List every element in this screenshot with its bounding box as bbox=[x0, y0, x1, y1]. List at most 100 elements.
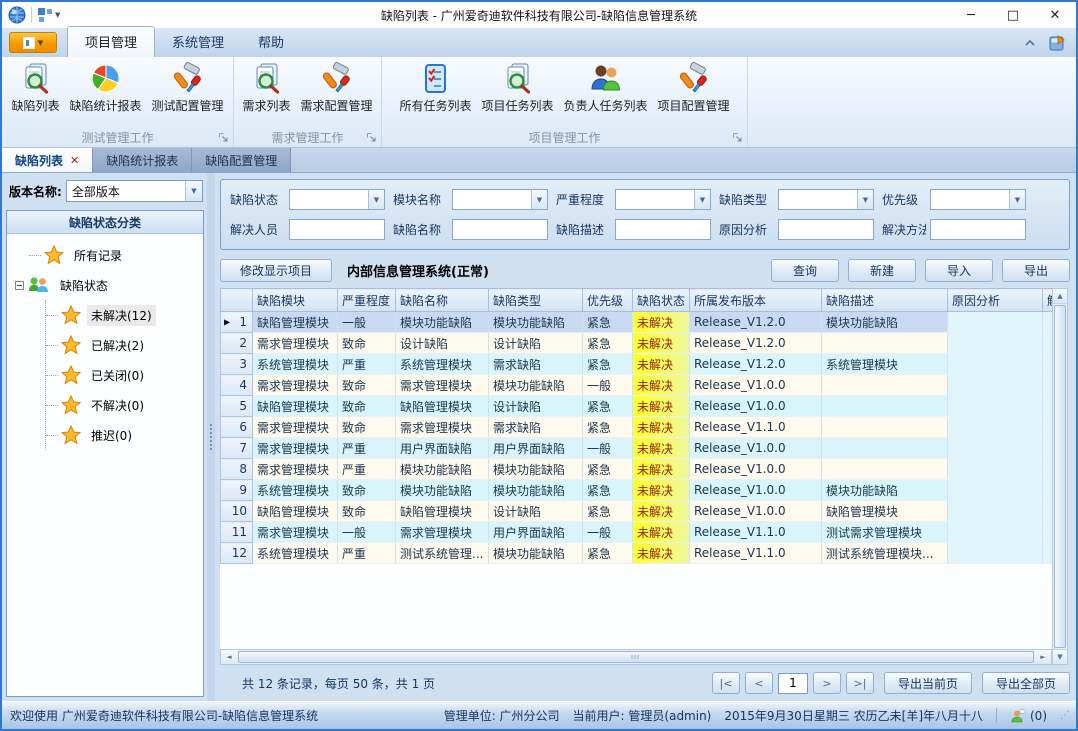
cell-description[interactable]: 模块功能缺陷 bbox=[822, 312, 948, 333]
cell-cause[interactable] bbox=[948, 312, 1043, 333]
cell-status[interactable]: 未解决 bbox=[633, 417, 690, 438]
cell-release[interactable]: Release_V1.0.0 bbox=[690, 375, 822, 396]
col-header-solution[interactable]: 解决方法 bbox=[1043, 289, 1053, 312]
cell-solution[interactable] bbox=[1043, 354, 1053, 375]
cell-type[interactable]: 设计缺陷 bbox=[489, 501, 583, 522]
table-row[interactable]: ▶12 系统管理模块 严重 测试系统管理... 模块功能缺陷 紧急 未解决 Re… bbox=[221, 543, 1053, 564]
row-number-cell[interactable]: ▶5 bbox=[221, 396, 253, 417]
cell-priority[interactable]: 紧急 bbox=[583, 459, 633, 480]
cell-description[interactable]: 测试系统管理模块... bbox=[822, 543, 948, 564]
cell-cause[interactable] bbox=[948, 333, 1043, 354]
scroll-right-icon[interactable]: ► bbox=[1035, 650, 1051, 664]
cell-description[interactable]: 系统管理模块 bbox=[822, 354, 948, 375]
scroll-down-icon[interactable]: ▼ bbox=[1053, 649, 1067, 664]
cell-type[interactable]: 模块功能缺陷 bbox=[489, 543, 583, 564]
tree-item-resolved[interactable]: 已解决(2) bbox=[46, 330, 203, 360]
cell-cause[interactable] bbox=[948, 480, 1043, 501]
horizontal-scroll-thumb[interactable] bbox=[238, 651, 1034, 663]
chevron-down-icon[interactable]: ▼ bbox=[368, 190, 384, 209]
cell-module[interactable]: 需求管理模块 bbox=[253, 459, 338, 480]
cell-release[interactable]: Release_V1.2.0 bbox=[690, 354, 822, 375]
cell-module[interactable]: 需求管理模块 bbox=[253, 438, 338, 459]
project-tasks-button[interactable]: 项目任务列表 bbox=[476, 60, 558, 128]
priority-select[interactable]: ▼ bbox=[930, 189, 1026, 210]
cell-status[interactable]: 未解决 bbox=[633, 522, 690, 543]
vertical-scroll-thumb[interactable] bbox=[1054, 305, 1066, 648]
ribbon-tab-project[interactable]: 项目管理 bbox=[67, 26, 155, 57]
row-number-cell[interactable]: ▶4 bbox=[221, 375, 253, 396]
col-header-description[interactable]: 缺陷描述 bbox=[822, 289, 948, 312]
cell-severity[interactable]: 致命 bbox=[338, 480, 396, 501]
tree-item-defect-status[interactable]: 缺陷状态 bbox=[15, 270, 203, 300]
row-number-cell[interactable]: ▶10 bbox=[221, 501, 253, 522]
col-header-release[interactable]: 所属发布版本 bbox=[690, 289, 822, 312]
cell-type[interactable]: 需求缺陷 bbox=[489, 417, 583, 438]
cell-severity[interactable]: 致命 bbox=[338, 333, 396, 354]
cell-name[interactable]: 用户界面缺陷 bbox=[396, 438, 489, 459]
cell-status[interactable]: 未解决 bbox=[633, 333, 690, 354]
new-button[interactable]: 新建 bbox=[848, 259, 916, 282]
next-page-button[interactable]: > bbox=[813, 672, 841, 694]
cell-cause[interactable] bbox=[948, 396, 1043, 417]
all-tasks-button[interactable]: 所有任务列表 bbox=[394, 60, 476, 128]
cell-release[interactable]: Release_V1.0.0 bbox=[690, 480, 822, 501]
cell-severity[interactable]: 一般 bbox=[338, 522, 396, 543]
cell-type[interactable]: 模块功能缺陷 bbox=[489, 459, 583, 480]
table-row[interactable]: ▶1 缺陷管理模块 一般 模块功能缺陷 模块功能缺陷 紧急 未解决 Releas… bbox=[221, 312, 1053, 333]
cell-priority[interactable]: 一般 bbox=[583, 438, 633, 459]
cell-name[interactable]: 缺陷管理模块 bbox=[396, 501, 489, 522]
cell-severity[interactable]: 致命 bbox=[338, 396, 396, 417]
chevron-down-icon[interactable]: ▼ bbox=[531, 190, 547, 209]
horizontal-scrollbar[interactable]: ◄ ► bbox=[220, 649, 1052, 665]
cell-name[interactable]: 缺陷管理模块 bbox=[396, 396, 489, 417]
cell-module[interactable]: 系统管理模块 bbox=[253, 354, 338, 375]
cell-module[interactable]: 系统管理模块 bbox=[253, 480, 338, 501]
export-current-page-button[interactable]: 导出当前页 bbox=[884, 672, 972, 694]
col-header-severity[interactable]: 严重程度 bbox=[338, 289, 396, 312]
cell-module[interactable]: 缺陷管理模块 bbox=[253, 312, 338, 333]
cell-severity[interactable]: 致命 bbox=[338, 375, 396, 396]
cell-status[interactable]: 未解决 bbox=[633, 396, 690, 417]
row-number-cell[interactable]: ▶3 bbox=[221, 354, 253, 375]
cell-solution[interactable] bbox=[1043, 522, 1053, 543]
cell-solution[interactable] bbox=[1043, 417, 1053, 438]
cell-type[interactable]: 用户界面缺陷 bbox=[489, 522, 583, 543]
tree-item-wont-fix[interactable]: 不解决(0) bbox=[46, 390, 203, 420]
project-config-button[interactable]: 项目配置管理 bbox=[653, 60, 735, 128]
cell-severity[interactable]: 一般 bbox=[338, 312, 396, 333]
cell-module[interactable]: 缺陷管理模块 bbox=[253, 396, 338, 417]
cell-type[interactable]: 需求缺陷 bbox=[489, 354, 583, 375]
cell-severity[interactable]: 致命 bbox=[338, 417, 396, 438]
table-row[interactable]: ▶9 系统管理模块 致命 模块功能缺陷 模块功能缺陷 紧急 未解决 Releas… bbox=[221, 480, 1053, 501]
doc-tab-defect-list[interactable]: 缺陷列表 ✕ bbox=[2, 148, 93, 172]
cell-status[interactable]: 未解决 bbox=[633, 375, 690, 396]
query-button[interactable]: 查询 bbox=[771, 259, 839, 282]
defect-type-select[interactable]: ▼ bbox=[778, 189, 874, 210]
cell-module[interactable]: 系统管理模块 bbox=[253, 543, 338, 564]
cell-name[interactable]: 需求管理模块 bbox=[396, 417, 489, 438]
cell-solution[interactable] bbox=[1043, 480, 1053, 501]
modify-columns-button[interactable]: 修改显示项目 bbox=[220, 259, 332, 282]
cell-severity[interactable]: 严重 bbox=[338, 438, 396, 459]
cell-type[interactable]: 设计缺陷 bbox=[489, 396, 583, 417]
defect-list-button[interactable]: 缺陷列表 bbox=[6, 60, 64, 128]
col-header-name[interactable]: 缺陷名称 bbox=[396, 289, 489, 312]
row-number-cell[interactable]: ▶11 bbox=[221, 522, 253, 543]
tree-item-unresolved[interactable]: 未解决(12) bbox=[46, 300, 203, 330]
cell-priority[interactable]: 紧急 bbox=[583, 333, 633, 354]
close-button[interactable]: ✕ bbox=[1034, 2, 1076, 28]
cell-name[interactable]: 模块功能缺陷 bbox=[396, 480, 489, 501]
cell-priority[interactable]: 一般 bbox=[583, 522, 633, 543]
cell-name[interactable]: 需求管理模块 bbox=[396, 522, 489, 543]
close-tab-icon[interactable]: ✕ bbox=[70, 154, 79, 167]
row-number-cell[interactable]: ▶8 bbox=[221, 459, 253, 480]
cell-name[interactable]: 设计缺陷 bbox=[396, 333, 489, 354]
cell-description[interactable] bbox=[822, 459, 948, 480]
cell-priority[interactable]: 一般 bbox=[583, 375, 633, 396]
collapse-ribbon-icon[interactable] bbox=[1021, 35, 1039, 51]
cell-solution[interactable] bbox=[1043, 333, 1053, 354]
cell-release[interactable]: Release_V1.0.0 bbox=[690, 396, 822, 417]
cell-severity[interactable]: 严重 bbox=[338, 354, 396, 375]
cell-status[interactable]: 未解决 bbox=[633, 480, 690, 501]
chevron-down-icon[interactable]: ▼ bbox=[1009, 190, 1025, 209]
